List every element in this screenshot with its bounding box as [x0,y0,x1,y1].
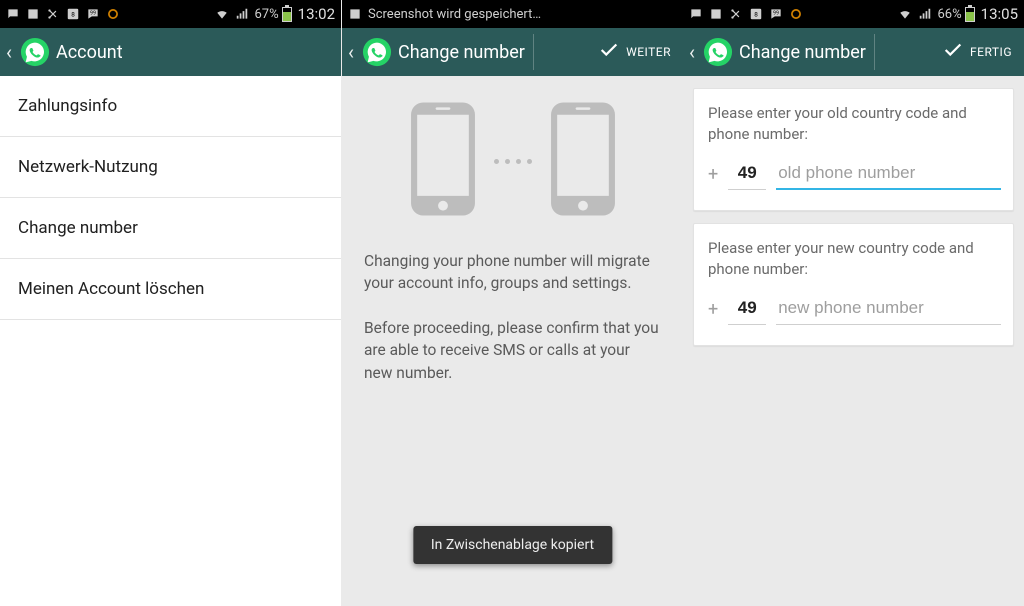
intro-paragraph-2: Before proceeding, please confirm that y… [364,317,661,384]
intro-paragraph-1: Changing your phone number will migrate … [364,250,661,295]
chevron-left-icon: ‹ [346,40,356,64]
scissors-icon [729,7,743,21]
plus-sign: + [708,299,718,320]
menu-item-change-number[interactable]: Change number [0,198,341,259]
new-country-code-input[interactable] [728,294,766,325]
dots-icon [494,159,532,164]
whatsapp-icon [20,37,50,67]
chevron-left-icon: ‹ [687,40,697,64]
next-button[interactable]: WEITER [598,39,677,65]
status-bar: 8 99 66% 13:05 [683,0,1024,28]
new-number-row: + [708,294,999,325]
status-text: Screenshot wird gespeichert… [368,7,541,22]
done-button[interactable]: FERTIG [942,39,1018,65]
signal-icon [918,7,932,21]
pane-account: 8 99 67% 13:02 ‹ Account [0,0,341,606]
pane-change-number-intro: Screenshot wird gespeichert… ‹ Change nu… [341,0,683,606]
done-label: FERTIG [970,45,1012,59]
chevron-left-icon: ‹ [4,40,14,64]
gplus-icon: 8 [66,7,80,21]
wifi-icon [215,7,229,21]
phone-old-icon [406,100,480,222]
battery-indicator: 67% [255,7,292,22]
screen-title: Account [56,42,123,63]
whatsapp-icon [703,37,733,67]
status-bar: Screenshot wird gespeichert… [342,0,683,28]
divider [874,34,875,70]
svg-text:8: 8 [754,10,758,18]
old-country-code-input[interactable] [728,159,766,190]
hangouts-icon: 99 [769,7,783,21]
phones-illustration [364,100,661,222]
old-number-row: + [708,159,999,190]
whatsapp-icon [362,37,392,67]
battery-percent: 67% [255,7,279,22]
svg-text:99: 99 [773,11,779,17]
battery-indicator: 66% [938,7,975,22]
battery-icon [282,7,292,22]
old-number-prompt: Please enter your old country code and p… [708,103,999,145]
phone-new-icon [546,100,620,222]
new-phone-input[interactable] [776,294,1001,325]
clock: 13:02 [298,5,335,23]
plus-sign: + [708,164,718,185]
menu-item-delete-account[interactable]: Meinen Account löschen [0,259,341,320]
account-menu: Zahlungsinfo Netzwerk-Nutzung Change num… [0,76,341,320]
hangouts-icon: 99 [86,7,100,21]
old-phone-input[interactable] [776,159,1001,190]
clock: 13:05 [981,5,1018,23]
check-icon [942,39,964,65]
pane-change-number-form: 8 99 66% 13:05 ‹ Change number [683,0,1024,606]
menu-item-payment-info[interactable]: Zahlungsinfo [0,76,341,137]
signal-icon [235,7,249,21]
screen-title: Change number [739,42,866,63]
intro-content: Changing your phone number will migrate … [342,76,683,384]
check-icon [598,39,620,65]
svg-text:99: 99 [90,11,96,17]
old-number-card: Please enter your old country code and p… [693,88,1014,211]
circle-icon [789,7,803,21]
battery-icon [965,7,975,22]
svg-text:8: 8 [71,10,75,18]
back-button[interactable]: ‹ Change number [346,37,525,67]
toast: In Zwischenablage kopiert [413,526,612,564]
image-icon [26,7,40,21]
new-number-prompt: Please enter your new country code and p… [708,238,999,280]
action-bar: ‹ Change number FERTIG [683,28,1024,76]
back-button[interactable]: ‹ Account [4,37,123,67]
circle-icon [106,7,120,21]
action-bar: ‹ Change number WEITER [342,28,683,76]
battery-percent: 66% [938,7,962,22]
next-label: WEITER [626,45,671,59]
back-button[interactable]: ‹ Change number [687,37,866,67]
new-number-card: Please enter your new country code and p… [693,223,1014,346]
action-bar: ‹ Account [0,28,341,76]
screen-title: Change number [398,42,525,63]
chat-icon [689,7,703,21]
wifi-icon [898,7,912,21]
chat-icon [6,7,20,21]
image-icon [348,7,362,21]
menu-item-network-usage[interactable]: Netzwerk-Nutzung [0,137,341,198]
image-icon [709,7,723,21]
status-bar: 8 99 67% 13:02 [0,0,341,28]
gplus-icon: 8 [749,7,763,21]
scissors-icon [46,7,60,21]
divider [533,34,534,70]
